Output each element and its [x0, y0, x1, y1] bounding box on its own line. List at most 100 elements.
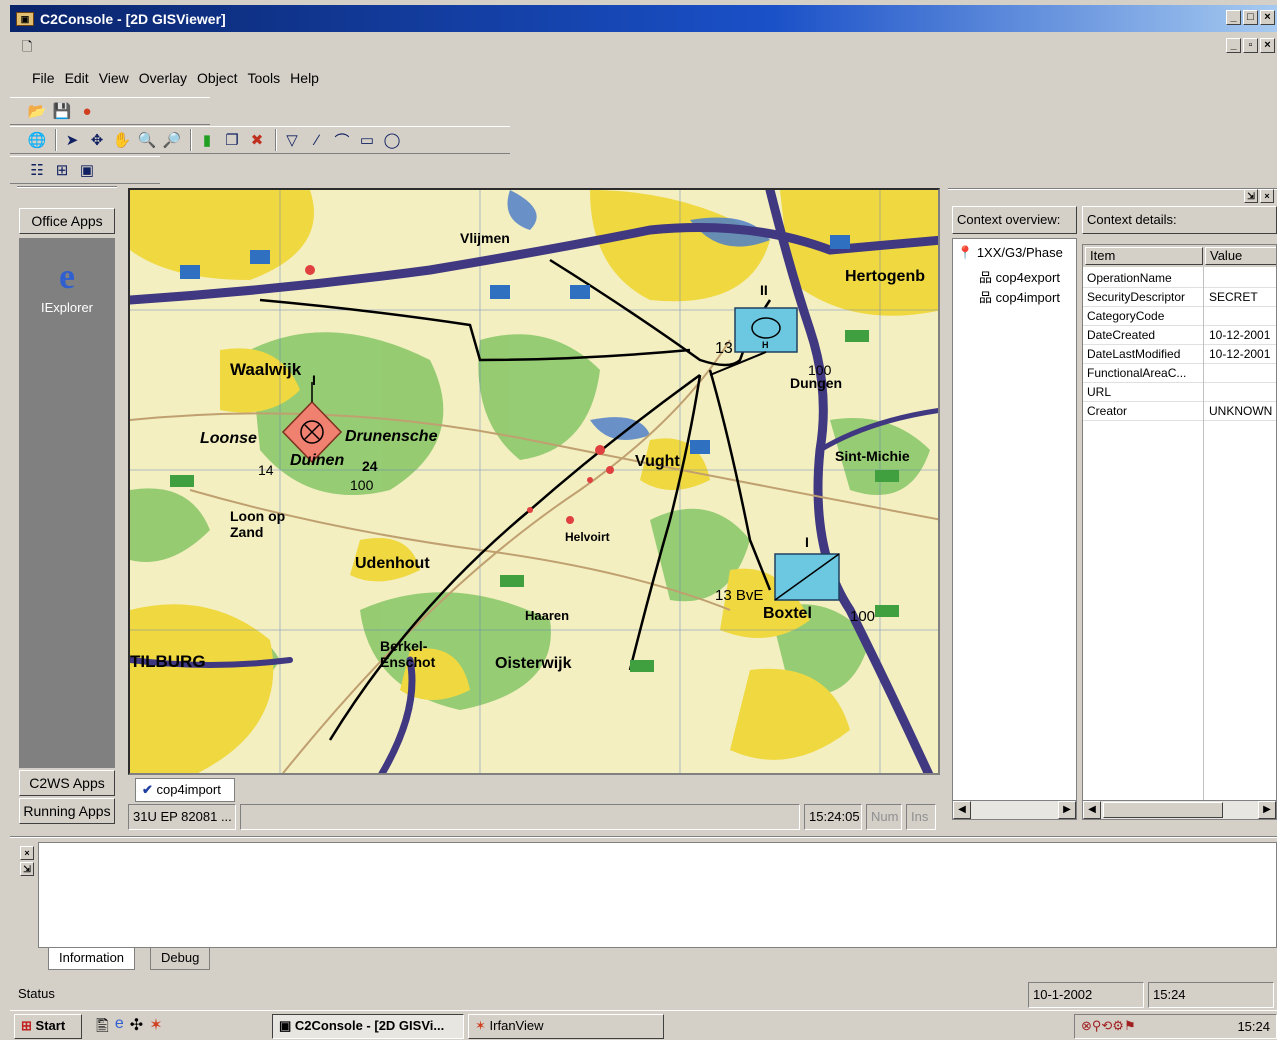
child-minimize-button[interactable]: _	[1226, 38, 1241, 53]
table-row[interactable]: DateLastModified 10-12-2001	[1083, 345, 1276, 364]
menu-tools[interactable]: Tools	[247, 70, 280, 86]
window-icon[interactable]: ▣	[76, 159, 98, 181]
table-row[interactable]: OperationName	[1083, 269, 1276, 288]
tab-debug[interactable]: Debug	[150, 948, 211, 970]
zoom-out-icon[interactable]: 🔎	[161, 129, 183, 151]
table-row[interactable]: FunctionalAreaC...	[1083, 364, 1276, 383]
bottom-dock-pin-icon[interactable]: ⇲	[20, 862, 34, 876]
unit-echelon-top: II	[760, 282, 768, 298]
zoom-in-icon[interactable]: 🔍	[136, 129, 158, 151]
scroll-right-icon[interactable]: ▶	[1058, 801, 1076, 819]
office-apps-button[interactable]: Office Apps	[19, 208, 115, 234]
right-dock-pin-icon[interactable]: ⇲	[1244, 189, 1258, 203]
right-dock-close-icon[interactable]: ×	[1260, 189, 1274, 203]
output-panel[interactable]	[38, 842, 1277, 948]
table-row[interactable]: SecurityDescriptor SECRET	[1083, 288, 1276, 307]
coordinate-readout: 31U EP 82081 ...	[128, 804, 236, 830]
grid-header: Item Value	[1083, 245, 1276, 267]
layer-green-icon[interactable]: ▮	[196, 129, 218, 151]
table-row[interactable]: Creator UNKNOWN	[1083, 402, 1276, 421]
menu-edit[interactable]: Edit	[65, 70, 89, 86]
context-details-grid[interactable]: Item Value OperationName SecurityDescrip…	[1082, 244, 1277, 804]
document-icon[interactable]: 🗋	[22, 38, 32, 60]
child-restore-button[interactable]: ▫	[1243, 38, 1258, 53]
unit-h-marker: H	[762, 340, 769, 350]
map-viewer[interactable]: Waalwijk Loonse Drunensche Duinen Udenho…	[128, 188, 940, 775]
list-icon[interactable]: ☷	[26, 159, 48, 181]
maximize-button[interactable]: □	[1243, 10, 1258, 25]
map-label-loon-op-zand: Loon op Zand	[230, 508, 286, 540]
minimize-button[interactable]: _	[1226, 10, 1241, 25]
layers-icon[interactable]: ❐	[221, 129, 243, 151]
app-icon[interactable]: ✶	[149, 1015, 162, 1040]
tree-item-cop4import[interactable]: 品 cop4import	[979, 287, 1060, 306]
menu-overlay[interactable]: Overlay	[139, 70, 187, 86]
topographic-map[interactable]	[130, 190, 940, 775]
app-launcher-area: e IExplorer	[19, 238, 115, 768]
open-folder-icon[interactable]: 📂	[26, 100, 48, 122]
pan-hand-icon[interactable]: ✋	[111, 129, 133, 151]
windows-logo-icon: ⊞	[21, 1018, 32, 1033]
tray-icons[interactable]: ⊗⚲⟲⚙⚑	[1081, 1018, 1136, 1034]
scroll-left-icon[interactable]: ◀	[953, 801, 971, 819]
tab-cop4import[interactable]: ✔ cop4import	[135, 778, 235, 802]
context-panel: ⇲ × Context overview: Context details: 📍…	[948, 188, 1277, 828]
internet-explorer-icon[interactable]: e	[47, 256, 87, 296]
menu-object[interactable]: Object	[197, 70, 237, 86]
task-irfanview[interactable]: ✶ IrfanView	[468, 1014, 664, 1039]
tree-item-cop4export[interactable]: 品 cop4export	[979, 267, 1060, 286]
grid-header-value[interactable]: Value	[1205, 247, 1276, 265]
browser-icon[interactable]: e	[115, 1015, 124, 1040]
delete-layer-icon[interactable]: ✖	[246, 129, 268, 151]
c2ws-apps-button[interactable]: C2WS Apps	[19, 770, 115, 796]
scroll-right-icon[interactable]: ▶	[1258, 801, 1276, 819]
globe-icon[interactable]: 🌐	[26, 129, 48, 151]
tree-horizontal-scrollbar[interactable]: ◀ ▶	[952, 800, 1077, 820]
menu-help[interactable]: Help	[290, 70, 319, 86]
main-status-bar: Status 10-1-2002 15:24	[10, 982, 1277, 1008]
desktop-icon[interactable]: 🖺	[96, 1015, 109, 1040]
map-label-oisterwijk: Oisterwijk	[495, 655, 572, 672]
grid-header-item[interactable]: Item	[1085, 247, 1203, 265]
start-button[interactable]: ⊞ Start	[14, 1014, 82, 1039]
close-button[interactable]: ×	[1260, 10, 1275, 25]
table-row[interactable]: CategoryCode	[1083, 307, 1276, 326]
symbol-dropdown-icon[interactable]: ▽	[281, 129, 303, 151]
console-task-icon: ▣	[279, 1018, 292, 1033]
bottom-dock-close-icon[interactable]: ×	[20, 846, 34, 860]
check-icon: ✔	[142, 782, 153, 797]
unit-echelon-hostile: I	[312, 372, 316, 388]
move-icon[interactable]: ✥	[86, 129, 108, 151]
tab-information[interactable]: Information	[48, 948, 136, 970]
channels-icon[interactable]: ✣	[130, 1015, 143, 1040]
running-apps-button[interactable]: Running Apps	[19, 798, 115, 824]
child-close-button[interactable]: ×	[1260, 38, 1275, 53]
table-row[interactable]: URL	[1083, 383, 1276, 402]
task-c2console[interactable]: ▣ C2Console - [2D GISVi...	[272, 1014, 464, 1039]
save-icon[interactable]: 💾	[51, 100, 73, 122]
ellipse-dropdown-icon[interactable]: ◯	[381, 129, 403, 151]
unit-label-100-top: 100	[808, 362, 832, 378]
scroll-thumb[interactable]	[1103, 802, 1223, 818]
menu-view[interactable]: View	[99, 70, 129, 86]
title-bar[interactable]: ▣ C2Console - [2D GISViewer]	[10, 5, 1277, 32]
unit-label-100-left: 100	[350, 477, 374, 493]
table-row[interactable]: DateCreated 10-12-2001	[1083, 326, 1276, 345]
line-dropdown-icon[interactable]: ∕	[306, 129, 328, 151]
friendly-unit-bottom-symbol[interactable]	[774, 553, 840, 601]
context-details-header: Context details:	[1082, 206, 1277, 234]
hp-icon[interactable]: ●	[76, 100, 98, 122]
window-title: C2Console - [2D GISViewer]	[40, 10, 226, 27]
grid-horizontal-scrollbar[interactable]: ◀ ▶	[1082, 800, 1277, 820]
tree-root-item[interactable]: 📍 1XX/G3/Phase	[957, 245, 1063, 261]
ie-label[interactable]: IExplorer	[19, 300, 115, 315]
polygon-dropdown-icon[interactable]: ⌒	[331, 129, 353, 151]
context-tree[interactable]: 📍 1XX/G3/Phase 品 cop4export 品 cop4import	[952, 238, 1077, 803]
rectangle-dropdown-icon[interactable]: ▭	[356, 129, 378, 151]
num-lock-indicator: Num	[866, 804, 902, 830]
left-app-panel: Office Apps e IExplorer C2WS Apps Runnin…	[17, 188, 117, 828]
menu-file[interactable]: File	[32, 70, 55, 86]
scroll-left-icon[interactable]: ◀	[1083, 801, 1101, 819]
pointer-icon[interactable]: ➤	[61, 129, 83, 151]
tree-icon[interactable]: ⊞	[51, 159, 73, 181]
